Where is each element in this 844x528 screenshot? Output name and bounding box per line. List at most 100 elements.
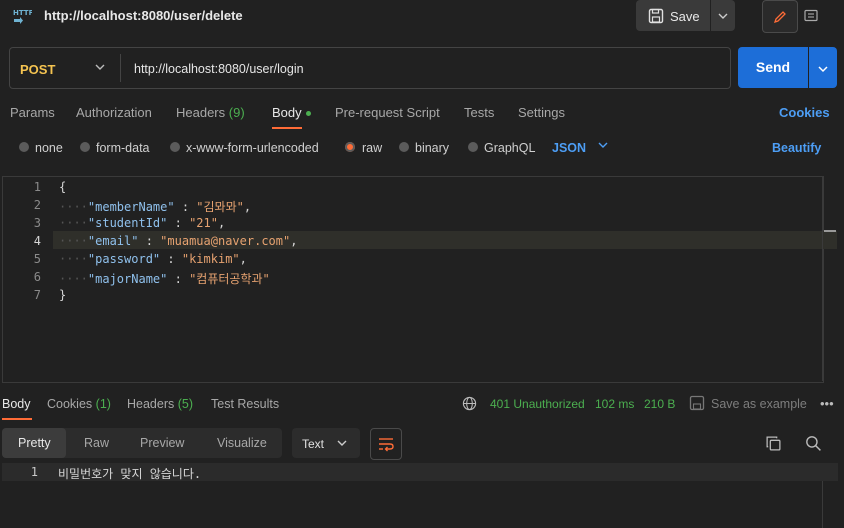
json-key: "memberName" [87, 200, 175, 214]
send-button[interactable]: Send [738, 47, 808, 88]
more-options-icon[interactable]: ••• [820, 396, 834, 411]
request-body-editor[interactable]: 1 { 2 ····"memberName" : "김뫄뫄", 3 ····"s… [2, 176, 837, 383]
beautify-button[interactable]: Beautify [772, 141, 821, 155]
tab-settings[interactable]: Settings [518, 105, 565, 120]
save-options-button[interactable] [711, 0, 735, 31]
svg-text:HTTP: HTTP [13, 9, 32, 17]
cookies-link[interactable]: Cookies [779, 105, 830, 120]
format-visualize[interactable]: Visualize [217, 436, 267, 450]
code-line: ····"studentId" : "21", [59, 216, 226, 230]
url-input[interactable]: http://localhost:8080/user/login [134, 62, 304, 76]
chevron-down-icon[interactable] [597, 139, 609, 151]
save-label: Save [670, 9, 700, 24]
search-icon[interactable] [805, 435, 822, 452]
format-raw[interactable]: Raw [84, 436, 109, 450]
request-tab-title[interactable]: http://localhost:8080/user/delete [44, 8, 243, 23]
pencil-icon [773, 11, 786, 24]
radio-none-label[interactable]: none [35, 141, 63, 155]
send-options-button[interactable] [809, 47, 837, 88]
radio-raw-label[interactable]: raw [362, 141, 382, 155]
response-line-number: 1 [30, 465, 38, 479]
method-select[interactable]: POST [20, 62, 55, 77]
cookies-count: (1) [95, 397, 111, 411]
tab-body[interactable]: Body [272, 105, 311, 120]
response-cookies-label: Cookies [47, 397, 93, 411]
radio-graphql-label[interactable]: GraphQL [484, 141, 535, 155]
json-separator: : [174, 200, 197, 214]
response-size[interactable]: 210 B [644, 397, 675, 411]
response-tab-test-results[interactable]: Test Results [211, 397, 279, 411]
active-response-tab-indicator [2, 418, 32, 420]
save-as-example-button[interactable]: Save as example [711, 397, 807, 411]
wrap-lines-button[interactable] [370, 428, 402, 460]
code-line: ····"majorName" : "컴퓨터공학과" [59, 272, 270, 286]
line-number: 5 [33, 252, 41, 266]
format-pretty[interactable]: Pretty [18, 436, 51, 450]
radio-urlencoded-label[interactable]: x-www-form-urlencoded [186, 141, 319, 155]
chevron-down-icon [718, 13, 728, 19]
chevron-down-icon[interactable] [94, 61, 106, 73]
format-select[interactable]: JSON [552, 141, 586, 155]
response-tab-cookies[interactable]: Cookies (1) [47, 397, 111, 411]
http-request-icon: HTTP [12, 6, 34, 26]
code-line: { [59, 180, 66, 194]
documentation-button[interactable] [798, 0, 824, 31]
radio-raw[interactable] [345, 142, 355, 152]
tab-body-label: Body [272, 105, 302, 120]
json-value: "컴퓨터공학과" [189, 272, 270, 286]
tab-tests[interactable]: Tests [464, 105, 494, 120]
tab-headers[interactable]: Headers (9) [176, 105, 245, 120]
radio-binary-label[interactable]: binary [415, 141, 449, 155]
json-separator: : [160, 252, 182, 266]
json-separator: : [167, 272, 190, 286]
code-line: ····"memberName" : "김뫄뫄", [59, 200, 252, 214]
format-preview[interactable]: Preview [140, 436, 184, 450]
response-type-select[interactable]: Text [292, 428, 360, 458]
tab-pre-request-script[interactable]: Pre-request Script [335, 105, 440, 120]
json-value: "kimkim" [181, 252, 240, 266]
radio-graphql[interactable] [468, 142, 478, 152]
line-number: 1 [33, 180, 41, 194]
open-brace: { [59, 180, 67, 194]
response-body-text[interactable]: 비밀번호가 맞지 않습니다. [58, 465, 201, 482]
wrap-lines-icon [379, 438, 394, 452]
editor-scrollbar[interactable] [822, 176, 838, 381]
close-brace: } [59, 288, 67, 302]
radio-none[interactable] [19, 142, 29, 152]
json-key: "majorName" [87, 272, 168, 286]
code-line: } [59, 288, 66, 302]
response-tab-headers[interactable]: Headers (5) [127, 397, 193, 411]
line-number: 4 [33, 234, 41, 248]
save-button[interactable]: Save [636, 0, 710, 31]
tab-params[interactable]: Params [10, 105, 55, 120]
json-comma: , [290, 234, 298, 248]
scrollbar-cursor-marker [824, 230, 836, 232]
globe-icon[interactable] [462, 396, 477, 411]
edit-documentation-button[interactable] [762, 0, 798, 33]
json-value: "김뫄뫄" [196, 200, 244, 214]
url-bar: POST http://localhost:8080/user/login [9, 47, 731, 89]
radio-form-data-label[interactable]: form-data [96, 141, 150, 155]
code-line: ····"password" : "kimkim", [59, 252, 247, 266]
response-tab-body[interactable]: Body [2, 397, 31, 411]
save-icon [648, 8, 664, 24]
response-headers-count: (5) [177, 397, 194, 411]
response-time[interactable]: 102 ms [595, 397, 634, 411]
chevron-down-icon [818, 66, 828, 72]
response-type-label: Text [302, 437, 325, 451]
status-code[interactable]: 401 Unauthorized [490, 397, 585, 411]
json-separator: : [138, 234, 161, 248]
radio-urlencoded[interactable] [170, 142, 180, 152]
json-value: "muamua@naver.com" [160, 234, 291, 248]
radio-binary[interactable] [399, 142, 409, 152]
divider [120, 54, 121, 82]
tab-headers-label: Headers [176, 105, 226, 120]
json-value: "21" [189, 216, 218, 230]
tab-authorization[interactable]: Authorization [76, 105, 152, 120]
active-tab-indicator [272, 127, 302, 129]
radio-form-data[interactable] [80, 142, 90, 152]
copy-icon[interactable] [765, 435, 782, 452]
response-scrollbar[interactable] [822, 481, 823, 528]
body-indicator-dot [305, 111, 311, 117]
code-line: ····"email" : "muamua@naver.com", [59, 234, 298, 248]
